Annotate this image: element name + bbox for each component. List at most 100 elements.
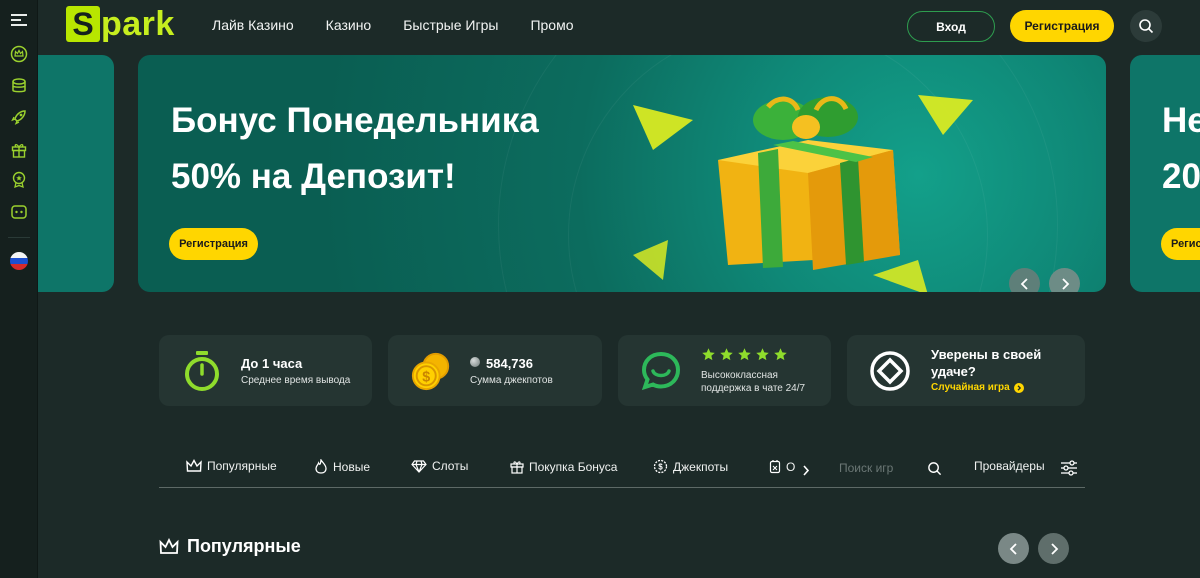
banner-title: Бонус Понедельника 50% на Депозит! [171, 93, 539, 205]
chevron-left-icon [1009, 542, 1017, 555]
category-label: О [786, 459, 796, 474]
category-label: Слоты [432, 459, 469, 473]
slot-machine-icon [769, 460, 781, 474]
star-icon [756, 348, 769, 361]
diamond-icon [411, 459, 427, 473]
card-title: Уверены в своей удаче? [931, 346, 1041, 380]
banner-title-line-2: 50% на Депозит! [171, 157, 456, 196]
svg-text:$: $ [658, 463, 663, 472]
category-other[interactable]: О [769, 459, 795, 474]
register-button[interactable]: Регистрация [1010, 10, 1114, 42]
peek-title-line-2: 20 [1162, 157, 1200, 196]
jackpot-coin-icon [470, 357, 480, 367]
section-popular-heading: Популярные [159, 536, 301, 557]
category-label: Новые [333, 459, 371, 474]
menu-icon[interactable] [8, 9, 30, 31]
badge-icon[interactable] [8, 169, 30, 191]
coins-stack-icon: $ [410, 350, 452, 392]
logo-text: park [101, 4, 175, 43]
dice-diamond-icon [869, 350, 911, 392]
info-card-jackpot: $ 584,736 Сумма джекпотов [388, 335, 602, 406]
nav-promo[interactable]: Промо [530, 17, 573, 33]
login-button[interactable]: Вход [907, 11, 995, 42]
gift-icon [510, 461, 524, 474]
game-search-button[interactable] [927, 461, 942, 481]
chevron-left-icon [1020, 277, 1028, 290]
rocket-icon[interactable] [8, 106, 30, 128]
search-button[interactable] [1130, 10, 1162, 42]
section-prev-button[interactable] [998, 533, 1029, 564]
stopwatch-icon [181, 350, 223, 392]
left-rail [0, 0, 38, 578]
star-icon [720, 348, 733, 361]
peek-title-line-1: Не [1162, 101, 1200, 140]
chevron-right-icon [803, 465, 810, 476]
crown-icon [186, 459, 202, 472]
card-subtitle: Высококлассная поддержка в чате 24/7 [701, 370, 806, 394]
star-icon [774, 348, 787, 361]
chevron-right-icon [1050, 542, 1058, 555]
chat-icon[interactable] [8, 201, 30, 223]
arrow-circle-icon [1013, 382, 1024, 393]
search-icon [928, 462, 942, 476]
banner-prev-button[interactable] [1009, 268, 1040, 292]
svg-text:$: $ [422, 370, 430, 386]
providers-label: Провайдеры [974, 459, 1045, 473]
category-bonus-buy[interactable]: Покупка Бонуса [510, 459, 617, 474]
nav-fast-games[interactable]: Быстрые Игры [403, 17, 498, 33]
game-search-input[interactable]: Поиск игр [839, 461, 893, 475]
banner-title-line-1: Бонус Понедельника [171, 101, 539, 140]
flame-icon [315, 459, 327, 474]
search-icon [1139, 19, 1154, 34]
info-card-support: Высококлассная поддержка в чате 24/7 [618, 335, 831, 406]
filter-button[interactable] [1060, 460, 1078, 481]
peek-register-button[interactable]: Регис [1161, 228, 1200, 260]
star-icon [738, 348, 751, 361]
providers-button[interactable]: Провайдеры [974, 459, 1045, 473]
category-jackpots[interactable]: $ Джекпоты [653, 459, 728, 474]
section-title: Популярные [187, 536, 301, 556]
nav-casino[interactable]: Казино [326, 17, 372, 33]
crown-icon[interactable] [8, 43, 30, 65]
category-popular[interactable]: Популярные [186, 459, 277, 473]
promo-banner[interactable]: Бонус Понедельника 50% на Депозит! Регис… [138, 55, 1106, 292]
chat-bubble-icon [640, 350, 682, 392]
banner-previous-peek[interactable] [38, 55, 114, 292]
chevron-right-icon [1061, 277, 1069, 290]
main-nav: Лайв Казино Казино Быстрые Игры Промо [212, 17, 573, 33]
card-title-line-1: Уверены в своей [931, 347, 1042, 362]
category-label: Покупка Бонуса [529, 459, 618, 474]
card-subtitle: Среднее время вывода [241, 375, 351, 386]
rail-divider [8, 237, 30, 238]
coins-icon[interactable] [8, 75, 30, 97]
nav-live-casino[interactable]: Лайв Казино [212, 17, 294, 33]
jackpot-amount: 584,736 [486, 356, 533, 371]
category-new[interactable]: Новые [314, 459, 370, 474]
rating-stars [701, 347, 788, 362]
banner-next-peek[interactable]: Не 20 Регис [1130, 55, 1200, 292]
gift-icon[interactable] [8, 139, 30, 161]
category-bar: Популярные Новые Слоты Покупка Бонуса $ … [159, 452, 1085, 488]
info-card-random-game: Уверены в своей удаче? Случайная игра [847, 335, 1085, 406]
card-title-line-2: удаче? [931, 364, 976, 379]
top-header: S park Лайв Казино Казино Быстрые Игры П… [38, 0, 1200, 52]
random-game-link[interactable]: Случайная игра [931, 382, 1024, 393]
peek-title: Не 20 [1162, 93, 1200, 205]
filter-sliders-icon [1061, 460, 1077, 476]
jackpot-coin-icon: $ [653, 459, 668, 474]
spark-logo[interactable]: S park [66, 5, 175, 43]
category-label: Джекпоты [673, 459, 729, 474]
crown-icon [159, 538, 179, 554]
category-label: Популярные [207, 459, 277, 473]
banner-next-button[interactable] [1049, 268, 1080, 292]
logo-letter: S [66, 6, 100, 42]
banner-register-button[interactable]: Регистрация [169, 228, 258, 260]
category-scroll-right[interactable] [802, 463, 810, 481]
card-title: До 1 часа [241, 356, 303, 371]
star-icon [702, 348, 715, 361]
flag-ru-icon[interactable] [8, 250, 30, 272]
category-slots[interactable]: Слоты [411, 459, 468, 473]
card-subtitle: Сумма джекпотов [470, 375, 553, 386]
info-card-withdrawal: До 1 часа Среднее время вывода [159, 335, 372, 406]
section-next-button[interactable] [1038, 533, 1069, 564]
